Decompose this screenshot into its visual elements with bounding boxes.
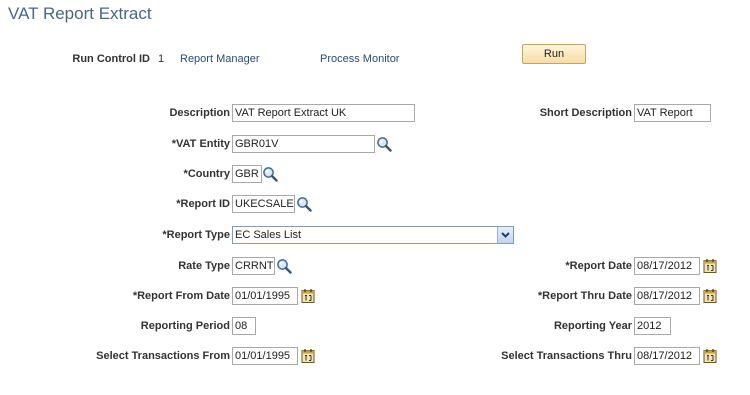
select-transactions-thru-calendar-icon[interactable] [702, 348, 718, 364]
report-thru-date-calendar-icon[interactable] [702, 288, 718, 304]
run-control-id-label: Run Control ID [72, 53, 150, 65]
report-thru-date-input[interactable]: 08/17/2012 [634, 287, 700, 305]
report-id-label: *Report ID [176, 198, 230, 210]
select-transactions-thru-label: Select Transactions Thru [501, 350, 632, 362]
country-label: *Country [183, 168, 230, 180]
report-manager-link[interactable]: Report Manager [180, 50, 260, 68]
vat-entity-input[interactable]: GBR01V [232, 135, 375, 153]
description-label: Description [169, 107, 230, 119]
report-type-selected-value: EC Sales List [235, 229, 302, 241]
report-id-lookup-magnifier-icon[interactable] [296, 196, 312, 212]
select-transactions-from-label: Select Transactions From [96, 350, 230, 362]
reporting-year-input[interactable]: 2012 [634, 317, 671, 335]
rate-type-input[interactable]: CRRNT [232, 257, 275, 275]
report-from-date-input[interactable]: 01/01/1995 [232, 287, 298, 305]
vat-entity-lookup-magnifier-icon[interactable] [376, 136, 392, 152]
chevron-down-icon[interactable] [497, 227, 513, 243]
select-transactions-from-calendar-icon[interactable] [300, 348, 316, 364]
page-title: VAT Report Extract [8, 4, 152, 23]
rate-type-label: Rate Type [178, 260, 230, 272]
report-date-label: *Report Date [565, 260, 632, 272]
report-thru-date-label: *Report Thru Date [537, 290, 632, 302]
reporting-year-label: Reporting Year [553, 320, 632, 332]
run-button[interactable]: Run [522, 44, 586, 64]
select-transactions-from-input[interactable]: 01/01/1995 [232, 347, 298, 365]
report-from-date-label: *Report From Date [132, 290, 230, 302]
report-date-input[interactable]: 08/17/2012 [634, 257, 700, 275]
description-input[interactable]: VAT Report Extract UK [232, 104, 415, 122]
country-lookup-magnifier-icon[interactable] [262, 166, 278, 182]
short-description-label: Short Description [539, 107, 632, 119]
report-type-label: *Report Type [162, 229, 230, 241]
reporting-period-label: Reporting Period [140, 320, 230, 332]
report-from-date-calendar-icon[interactable] [300, 288, 316, 304]
reporting-period-input[interactable]: 08 [232, 317, 256, 335]
report-type-select[interactable]: EC Sales List [232, 226, 514, 244]
select-transactions-thru-input[interactable]: 08/17/2012 [634, 347, 700, 365]
short-description-input[interactable]: VAT Report [634, 104, 711, 122]
vat-entity-label: *VAT Entity [171, 138, 230, 150]
rate-type-lookup-magnifier-icon[interactable] [276, 258, 292, 274]
process-monitor-link[interactable]: Process Monitor [320, 50, 399, 68]
run-control-id-value: 1 [158, 53, 165, 65]
country-input[interactable]: GBR [232, 165, 262, 183]
report-id-input[interactable]: UKECSALE [232, 195, 295, 213]
report-date-calendar-icon[interactable] [702, 258, 718, 274]
